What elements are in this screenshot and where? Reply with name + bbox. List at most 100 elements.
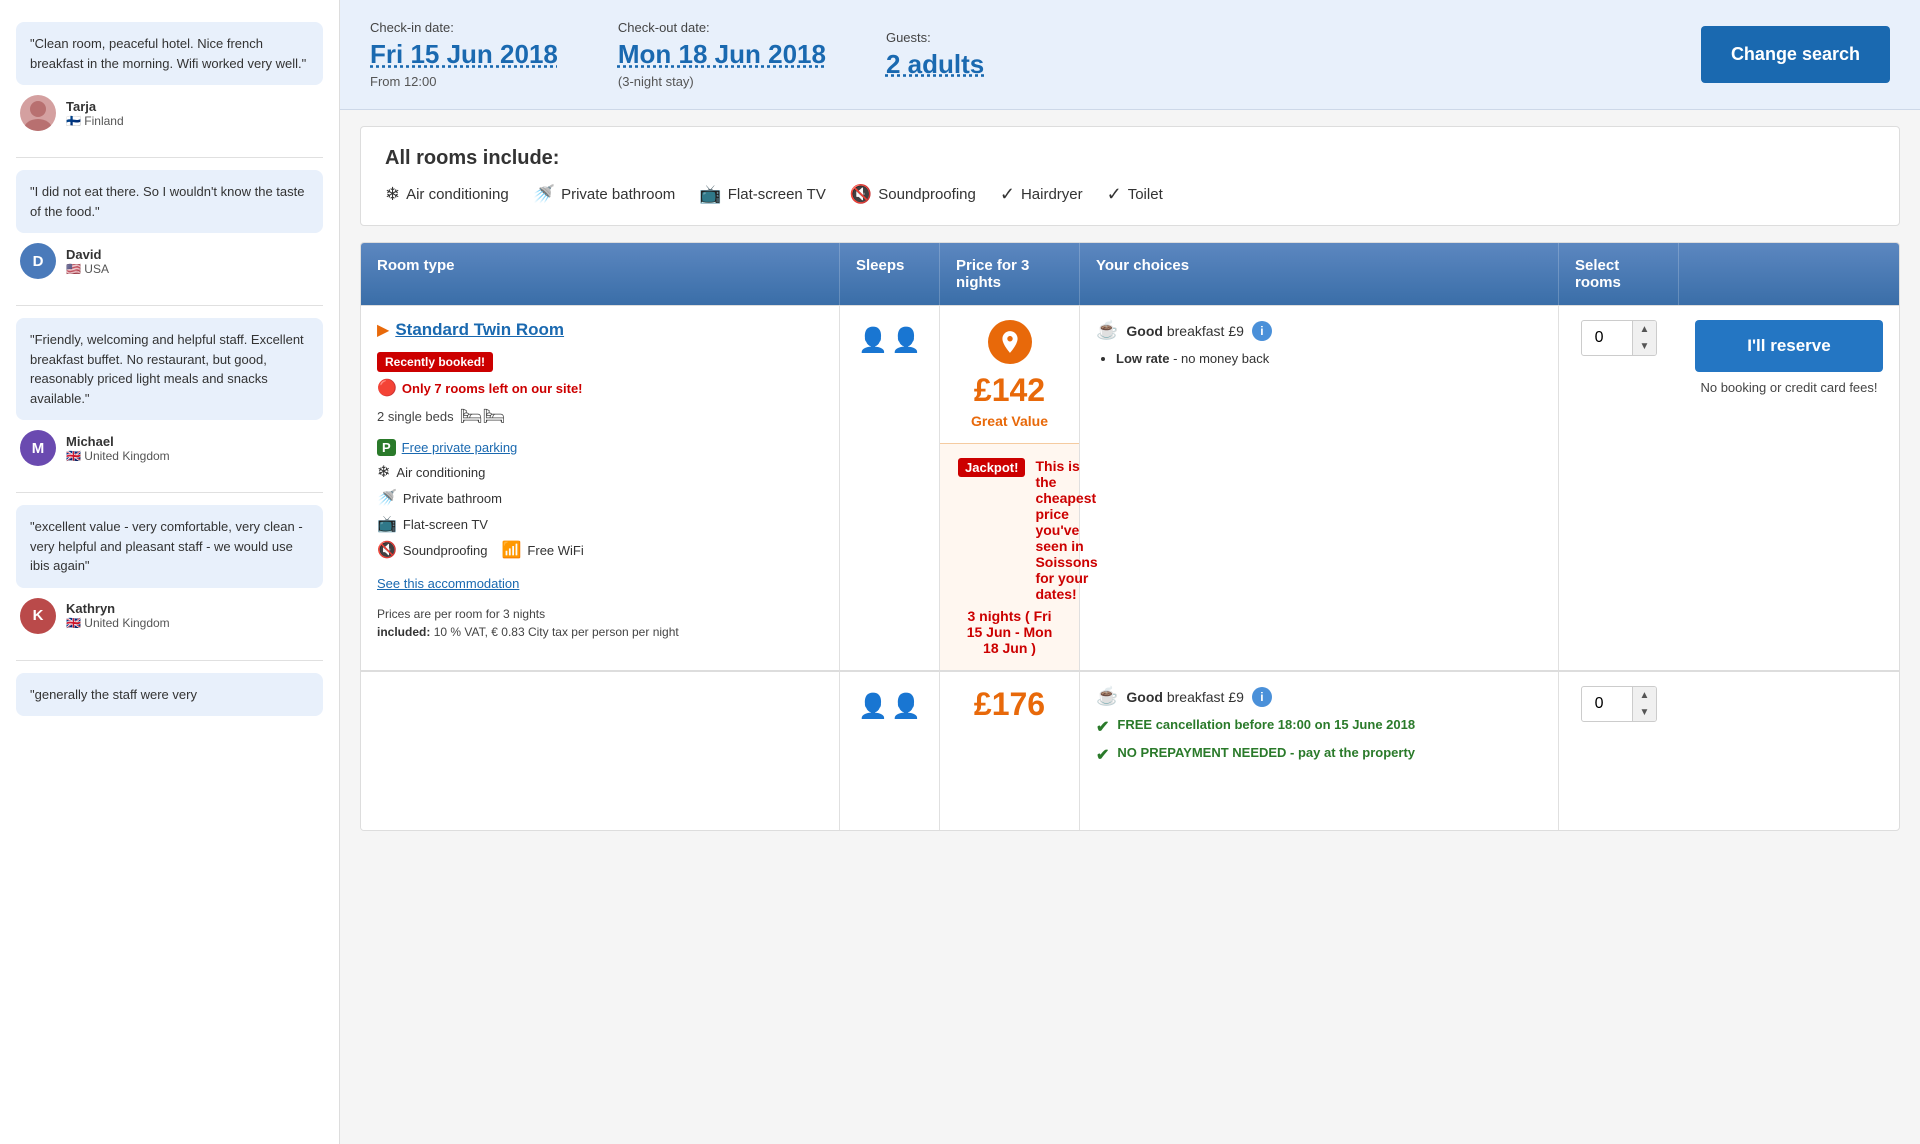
soundproof-icon: 🔇 <box>850 184 872 205</box>
change-search-button[interactable]: Change search <box>1701 26 1890 83</box>
reviewer-info-2: David 🇺🇸 USA <box>66 247 109 276</box>
shower-icon-room: 🚿 <box>377 488 397 508</box>
jackpot-banner: Jackpot! This is the cheapest price you'… <box>940 443 1079 670</box>
sound-label-room: Soundproofing <box>403 543 488 558</box>
reviewer-3: M Michael 🇬🇧 United Kingdom <box>16 430 323 480</box>
price-note: Prices are per room for 3 nights include… <box>377 605 823 641</box>
reviewer-1: Tarja 🇫🇮 Finland <box>16 95 323 145</box>
reviewer-info-4: Kathryn 🇬🇧 United Kingdom <box>66 601 170 630</box>
col-empty <box>1679 243 1899 305</box>
reviewer-country-1: 🇫🇮 Finland <box>66 114 124 128</box>
qty-up-1[interactable]: ▲ <box>1633 321 1657 338</box>
amenity-label-ac: Air conditioning <box>406 186 509 203</box>
empty-cell-2 <box>1679 672 1899 830</box>
checkout-sub: (3-night stay) <box>618 74 826 89</box>
beds-info: 2 single beds 🛏🛏 <box>377 406 823 427</box>
room-amenity-sound: 🔇 Soundproofing <box>377 540 488 560</box>
check-icon-toilet: ✓ <box>1107 184 1122 205</box>
shower-icon: 🚿 <box>533 184 555 205</box>
great-value-badge: Great Value <box>971 413 1048 429</box>
amenity-toilet: ✓ Toilet <box>1107 184 1163 205</box>
reviewer-country-2: 🇺🇸 USA <box>66 262 109 276</box>
parking-icon: P <box>377 439 396 456</box>
review-text-2: "I did not eat there. So I wouldn't know… <box>16 170 323 233</box>
room-name-link-1[interactable]: Standard Twin Room <box>395 320 564 340</box>
checkin-label: Check-in date: <box>370 20 558 35</box>
sleeps-cell-2: 👤 👤 <box>840 672 940 830</box>
amenities-list: ❄ Air conditioning 🚿 Private bathroom 📺 … <box>385 184 1875 205</box>
review-card-1: "Clean room, peaceful hotel. Nice french… <box>0 10 339 157</box>
review-card-2: "I did not eat there. So I wouldn't know… <box>0 158 339 305</box>
person-icon-1: 👤 <box>858 326 888 355</box>
reviewer-name-1: Tarja <box>66 99 124 114</box>
col-select: Select rooms <box>1559 243 1679 305</box>
qty-input-2[interactable] <box>1582 689 1632 719</box>
reviews-sidebar: "Clean room, peaceful hotel. Nice french… <box>0 0 340 1144</box>
guests-field: Guests: 2 adults <box>886 30 984 80</box>
jackpot-dates: 3 nights ( Fri 15 Jun - Mon 18 Jun ) <box>958 608 1061 656</box>
room-row-1: ▶ Standard Twin Room Recently booked! 🔴 … <box>361 305 1899 670</box>
person-icon-2b: 👤 <box>891 692 921 721</box>
avatar-david: D <box>20 243 56 279</box>
sleeps-cell-1: 👤 👤 <box>840 306 940 670</box>
amenity-hairdryer: ✓ Hairdryer <box>1000 184 1083 205</box>
reserve-button[interactable]: I'll reserve <box>1695 320 1883 372</box>
choices-cell-2: ☕ Good breakfast £9 i ✔ FREE cancellatio… <box>1080 672 1559 830</box>
rooms-left-warning: 🔴 Only 7 rooms left on our site! <box>377 378 823 398</box>
review-text-5: "generally the staff were very <box>16 673 323 717</box>
room-row-2: 👤 👤 £176 ☕ Good breakfast £9 i <box>361 670 1899 830</box>
reviewer-info-1: Tarja 🇫🇮 Finland <box>66 99 124 128</box>
reviewer-name-3: Michael <box>66 434 170 449</box>
checkin-value: Fri 15 Jun 2018 <box>370 39 558 70</box>
see-accommodation-link[interactable]: See this accommodation <box>377 576 823 591</box>
room-table-header: Room type Sleeps Price for 3 nights Your… <box>361 243 1899 305</box>
qty-up-2[interactable]: ▲ <box>1633 687 1657 704</box>
price-cell-2: £176 <box>940 672 1080 830</box>
qty-input-1[interactable] <box>1582 323 1632 353</box>
warning-icon: 🔴 <box>377 378 397 398</box>
recently-booked-badge: Recently booked! <box>377 352 493 372</box>
qty-down-2[interactable]: ▼ <box>1633 704 1657 721</box>
wifi-icon-room: 📶 <box>502 540 522 560</box>
room-amenity-wifi: 📶 Free WiFi <box>502 540 584 560</box>
amenity-soundproofing: 🔇 Soundproofing <box>850 184 976 205</box>
info-icon-1[interactable]: i <box>1252 321 1272 341</box>
flag-finland: 🇫🇮 <box>66 114 81 128</box>
col-price: Price for 3 nights <box>940 243 1080 305</box>
checkin-field: Check-in date: Fri 15 Jun 2018 From 12:0… <box>370 20 558 89</box>
amenity-label-tl: Toilet <box>1128 186 1163 203</box>
reviewer-2: D David 🇺🇸 USA <box>16 243 323 293</box>
free-parking-link[interactable]: Free private parking <box>402 440 518 455</box>
no-prepayment: ✔ NO PREPAYMENT NEEDED - pay at the prop… <box>1096 745 1542 765</box>
reviewer-name-4: Kathryn <box>66 601 170 616</box>
good-label-1: Good breakfast £9 <box>1126 323 1243 339</box>
info-icon-2[interactable]: i <box>1252 687 1272 707</box>
reviewer-4: K Kathryn 🇬🇧 United Kingdom <box>16 598 323 648</box>
ac-label-room: Air conditioning <box>396 465 485 480</box>
amenities-title: All rooms include: <box>385 147 1875 170</box>
reviewer-country-4: 🇬🇧 United Kingdom <box>66 616 170 630</box>
amenity-flat-screen-tv: 📺 Flat-screen TV <box>699 184 826 205</box>
review-text-4: "excellent value - very comfortable, ver… <box>16 505 323 588</box>
amenity-label-tv: Flat-screen TV <box>728 186 826 203</box>
arrow-icon: ▶ <box>377 320 389 340</box>
price-icon-1 <box>988 320 1032 364</box>
coffee-icon-1: ☕ <box>1096 320 1118 341</box>
reviewer-info-3: Michael 🇬🇧 United Kingdom <box>66 434 170 463</box>
guests-value: 2 adults <box>886 49 984 80</box>
checkout-label: Check-out date: <box>618 20 826 35</box>
checkout-value: Mon 18 Jun 2018 <box>618 39 826 70</box>
col-choices: Your choices <box>1080 243 1559 305</box>
cancel-text: FREE cancellation before 18:00 on 15 Jun… <box>1117 717 1415 732</box>
avatar-michael: M <box>20 430 56 466</box>
qty-arrows-1: ▲ ▼ <box>1632 321 1657 355</box>
col-sleeps: Sleeps <box>840 243 940 305</box>
jackpot-row: Jackpot! This is the cheapest price you'… <box>958 458 1061 602</box>
qty-select-2[interactable]: ▲ ▼ <box>1581 686 1658 722</box>
prepay-text: NO PREPAYMENT NEEDED - pay at the proper… <box>1117 745 1415 760</box>
qty-down-1[interactable]: ▼ <box>1633 338 1657 355</box>
qty-select-1[interactable]: ▲ ▼ <box>1581 320 1658 356</box>
tv-icon-room: 📺 <box>377 514 397 534</box>
col-room-type: Room type <box>361 243 840 305</box>
amenity-label-sp: Soundproofing <box>878 186 976 203</box>
